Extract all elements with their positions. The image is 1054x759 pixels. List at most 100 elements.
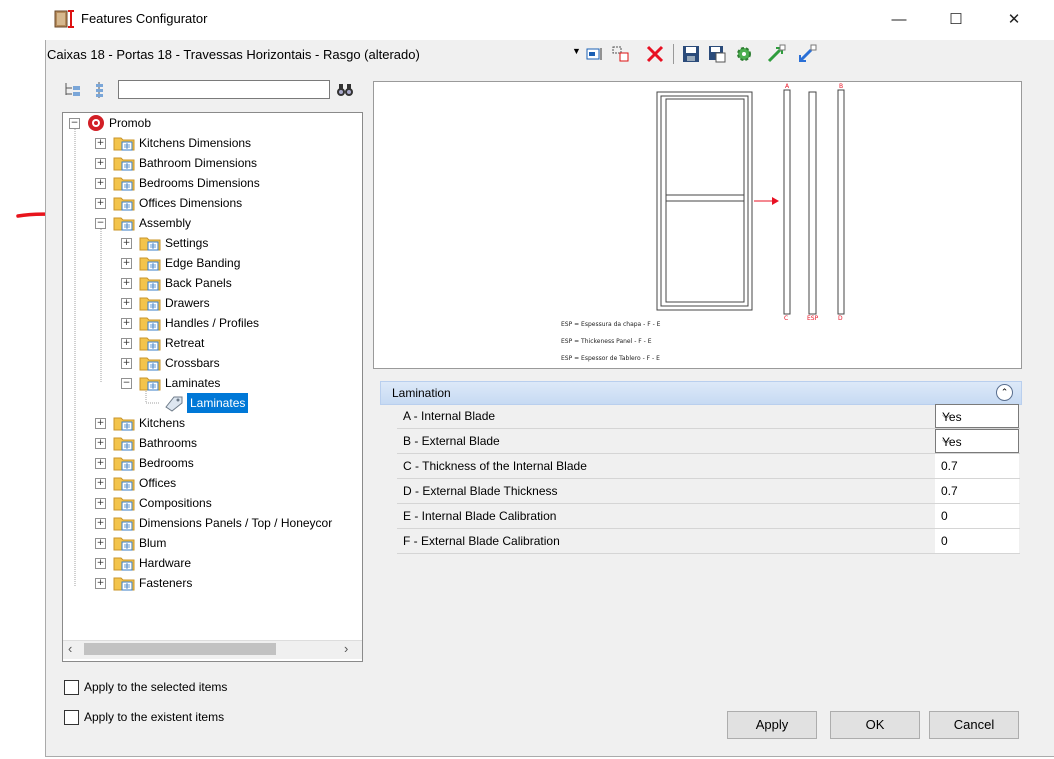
property-value-input[interactable]: 0 — [935, 504, 1019, 528]
apply-existent-checkbox[interactable] — [64, 710, 79, 725]
save-icon[interactable] — [681, 44, 701, 64]
search-input[interactable] — [118, 80, 330, 99]
chevron-down-icon[interactable]: ⌵ — [942, 435, 1013, 448]
expand-toggle-icon[interactable]: + — [95, 518, 106, 529]
expand-toggle-icon[interactable]: + — [121, 298, 132, 309]
tree-item-label: Hardware — [139, 556, 192, 570]
folder-icon — [113, 517, 135, 531]
expand-toggle-icon[interactable]: + — [95, 478, 106, 489]
property-value-select[interactable]: Yes ⌵ — [935, 404, 1019, 428]
chevron-down-icon[interactable]: ⌵ — [942, 410, 1013, 423]
property-value: 0.7 — [941, 459, 958, 473]
folder-icon — [113, 417, 135, 431]
legend-line: ESP = Thickeness Panel - F - E — [561, 338, 652, 345]
rename-icon[interactable] — [585, 44, 605, 64]
property-label: F - External Blade Calibration — [403, 534, 560, 548]
property-value-select[interactable]: Yes ⌵ — [935, 429, 1019, 453]
scroll-left-icon[interactable]: ‹ — [68, 641, 72, 656]
label-d: D — [838, 315, 843, 322]
property-value: 0.7 — [941, 484, 958, 498]
minimize-button[interactable]: — — [876, 6, 922, 34]
binoculars-search-icon[interactable] — [335, 80, 355, 100]
collapse-toggle-icon[interactable]: − — [95, 218, 106, 229]
expand-toggle-icon[interactable]: + — [95, 418, 106, 429]
property-value-input[interactable]: 0 — [935, 529, 1019, 553]
folder-icon — [113, 137, 135, 151]
collapse-toggle-icon[interactable]: − — [121, 378, 132, 389]
export-icon[interactable] — [766, 44, 786, 64]
folder-icon — [113, 477, 135, 491]
tree-item-label: Dimensions Panels / Top / Honeycor — [139, 516, 333, 530]
expand-toggle-icon[interactable]: + — [95, 198, 106, 209]
collapse-toggle-icon[interactable]: − — [69, 118, 80, 129]
expand-toggle-icon[interactable]: + — [121, 358, 132, 369]
tree-item-label: Settings — [165, 236, 209, 250]
tree-item-label: Fasteners — [139, 576, 193, 590]
legend-line: ESP = Espessura da chapa - F - E — [561, 321, 661, 328]
folder-icon — [113, 457, 135, 471]
expand-toggle-icon[interactable]: + — [95, 458, 106, 469]
settings-gear-icon[interactable] — [734, 44, 754, 64]
folder-icon — [113, 497, 135, 511]
lamination-diagram: A B C ESP D ESP = Espessura da chapa - F… — [561, 83, 845, 362]
tree-item-label: Bathroom Dimensions — [139, 156, 258, 170]
delete-profile-icon[interactable] — [645, 44, 665, 64]
section-title: Lamination — [392, 386, 451, 400]
property-label: E - Internal Blade Calibration — [403, 509, 557, 523]
property-row: E - Internal Blade Calibration 0 — [397, 504, 1020, 529]
lamination-section-header[interactable]: Lamination ⌃ — [380, 381, 1022, 405]
expand-all-icon[interactable] — [90, 80, 110, 100]
property-row: F - External Blade Calibration 0 — [397, 529, 1020, 554]
profile-selector[interactable]: Caixas 18 - Portas 18 - Travessas Horizo… — [47, 47, 420, 62]
scroll-right-icon[interactable]: › — [344, 641, 348, 656]
collapse-section-icon[interactable]: ⌃ — [996, 384, 1013, 401]
tree-item-label: Blum — [139, 536, 167, 550]
profile-dropdown-icon[interactable]: ▼ — [572, 46, 581, 56]
tree-item-label: Bedrooms — [139, 456, 194, 470]
legend-line: ESP = Espessor de Tablero - F - E — [561, 355, 660, 362]
close-button[interactable]: ✕ — [991, 6, 1037, 34]
collapse-all-icon[interactable] — [63, 80, 83, 100]
folder-icon — [139, 297, 161, 311]
copy-profile-icon[interactable] — [611, 44, 631, 64]
promob-logo-icon — [88, 115, 104, 131]
expand-toggle-icon[interactable]: + — [95, 138, 106, 149]
folder-icon — [113, 157, 135, 171]
folder-icon — [113, 197, 135, 211]
ok-button[interactable]: OK — [830, 711, 920, 739]
scrollbar-thumb[interactable] — [84, 643, 276, 655]
expand-toggle-icon[interactable]: + — [121, 258, 132, 269]
save-as-icon[interactable] — [707, 44, 727, 64]
cancel-button[interactable]: Cancel — [929, 711, 1019, 739]
features-tree[interactable]: − Promob + Kitchens Dimensions + Bathroom D… — [62, 112, 363, 662]
expand-toggle-icon[interactable]: + — [95, 438, 106, 449]
folder-icon — [113, 577, 135, 591]
property-label: D - External Blade Thickness — [403, 484, 558, 498]
toolbar-separator — [673, 44, 674, 64]
expand-toggle-icon[interactable]: + — [121, 238, 132, 249]
maximize-button[interactable]: ☐ — [933, 6, 979, 34]
apply-selected-checkbox[interactable] — [64, 680, 79, 695]
property-value-input[interactable]: 0.7 — [935, 479, 1019, 503]
tree-item-label: Bedrooms Dimensions — [139, 176, 260, 190]
app-icon — [54, 10, 74, 28]
expand-toggle-icon[interactable]: + — [95, 498, 106, 509]
expand-toggle-icon[interactable]: + — [95, 558, 106, 569]
expand-toggle-icon[interactable]: + — [95, 158, 106, 169]
expand-toggle-icon[interactable]: + — [121, 318, 132, 329]
tree-item-label: Promob — [109, 116, 152, 130]
label-c: C — [784, 315, 788, 322]
property-value-input[interactable]: 0.7 — [935, 454, 1019, 478]
folder-icon — [113, 537, 135, 551]
expand-toggle-icon[interactable]: + — [121, 278, 132, 289]
expand-toggle-icon[interactable]: + — [95, 538, 106, 549]
feature-tag-icon — [165, 396, 183, 412]
tree-item-label: Kitchens Dimensions — [139, 136, 252, 150]
tree-item-label: Laminates — [187, 393, 249, 413]
expand-toggle-icon[interactable]: + — [95, 578, 106, 589]
apply-button[interactable]: Apply — [727, 711, 817, 739]
folder-icon — [139, 237, 161, 251]
expand-toggle-icon[interactable]: + — [95, 178, 106, 189]
import-icon[interactable] — [797, 44, 817, 64]
expand-toggle-icon[interactable]: + — [121, 338, 132, 349]
